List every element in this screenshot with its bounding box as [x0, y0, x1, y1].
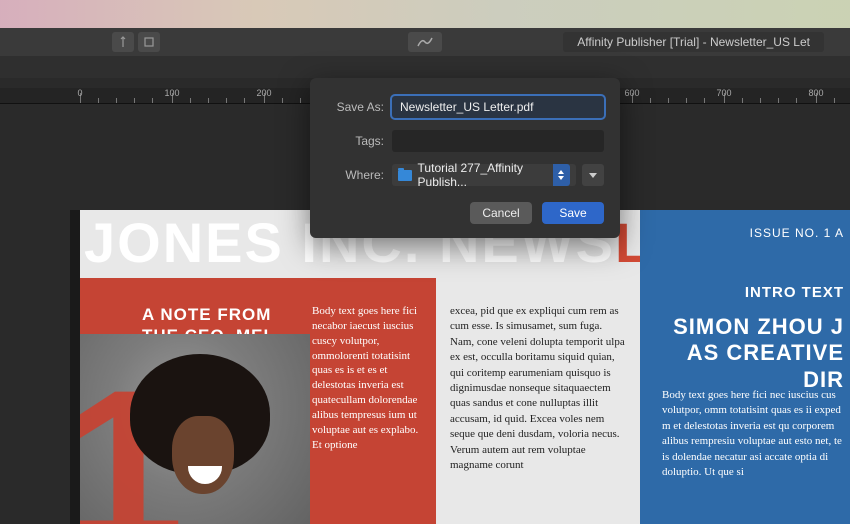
blue-title: SIMON ZHOU J AS CREATIVE DIR [640, 314, 844, 393]
ruler-tick-minor [226, 98, 227, 103]
red-panel: A NOTE FROM THE CEO, MEL JONES Body text… [80, 278, 436, 524]
pasteboard-edge [70, 210, 80, 524]
ruler-tick-minor [98, 98, 99, 103]
body-column: excea, pid que ex expliqui cum rem as cu… [450, 304, 628, 473]
ceo-photo: 1 [80, 334, 310, 524]
panel-button[interactable] [138, 32, 160, 52]
window-title: Affinity Publisher [Trial] - Newsletter_… [563, 32, 824, 52]
persona-icon [416, 36, 434, 48]
ruler-label: 100 [164, 88, 179, 98]
context-toolbar [0, 56, 850, 78]
blue-title-line-1: SIMON ZHOU J [673, 314, 844, 339]
where-folder-name: Tutorial 277_Affinity Publish... [418, 161, 571, 189]
document-canvas[interactable]: JONES INC. NEWSLETTER A NOTE FROM THE CE… [80, 210, 850, 524]
ruler-tick-minor [704, 98, 705, 103]
ruler-tick-minor [282, 98, 283, 103]
ruler-tick-minor [190, 98, 191, 103]
save-dialog: Save As: Tags: Where: Tutorial 277_Affin… [310, 78, 620, 238]
where-label: Where: [326, 168, 392, 182]
ruler-tick-minor [244, 98, 245, 103]
photo-bg: 1 [80, 334, 310, 524]
blue-panel: ISSUE NO. 1 A INTRO TEXT SIMON ZHOU J AS… [640, 210, 850, 524]
ruler-tick-minor [686, 98, 687, 103]
persona-switcher[interactable] [408, 32, 442, 52]
ruler-tick-minor [152, 98, 153, 103]
save-as-label: Save As: [326, 100, 392, 114]
dialog-button-row: Cancel Save [326, 202, 604, 224]
tags-row: Tags: [326, 130, 604, 152]
ruler-label: 0 [77, 88, 82, 98]
titlebar: Affinity Publisher [Trial] - Newsletter_… [0, 28, 850, 56]
intro-label: INTRO TEXT [745, 284, 844, 301]
issue-number: ISSUE NO. 1 A [750, 226, 844, 240]
ceo-note-body: Body text goes here fici necabor iaecust… [312, 304, 424, 452]
titlebar-left-group [112, 32, 160, 52]
window-top-gradient [0, 0, 850, 28]
ruler-tick-minor [300, 98, 301, 103]
where-select[interactable]: Tutorial 277_Affinity Publish... [392, 164, 576, 186]
ruler-tick-minor [208, 98, 209, 103]
ruler-tick-minor [796, 98, 797, 103]
pin-icon [117, 36, 129, 48]
filename-input[interactable] [392, 96, 604, 118]
ruler-label: 600 [624, 88, 639, 98]
save-button[interactable]: Save [542, 202, 604, 224]
blue-title-line-2: AS CREATIVE DIR [687, 340, 844, 391]
ruler-tick-minor [778, 98, 779, 103]
ruler-label: 800 [808, 88, 823, 98]
ruler-tick-minor [760, 98, 761, 103]
pin-button[interactable] [112, 32, 134, 52]
ruler-label: 700 [716, 88, 731, 98]
blue-body: Body text goes here fici nec iuscius cus… [662, 388, 844, 480]
where-row: Where: Tutorial 277_Affinity Publish... [326, 164, 604, 186]
ruler-tick-minor [134, 98, 135, 103]
ruler-tick-minor [650, 98, 651, 103]
save-as-row: Save As: [326, 96, 604, 118]
panel-icon [143, 36, 155, 48]
where-stepper-icon [553, 164, 570, 186]
ruler-tick-minor [834, 98, 835, 103]
cancel-button[interactable]: Cancel [470, 202, 532, 224]
ruler-tick-minor [668, 98, 669, 103]
folder-icon [398, 170, 412, 181]
tags-label: Tags: [326, 134, 392, 148]
ruler-tick-minor [742, 98, 743, 103]
tags-input[interactable] [392, 130, 604, 152]
ruler-label: 200 [256, 88, 271, 98]
ruler-tick-minor [116, 98, 117, 103]
expand-dialog-button[interactable] [582, 164, 604, 186]
